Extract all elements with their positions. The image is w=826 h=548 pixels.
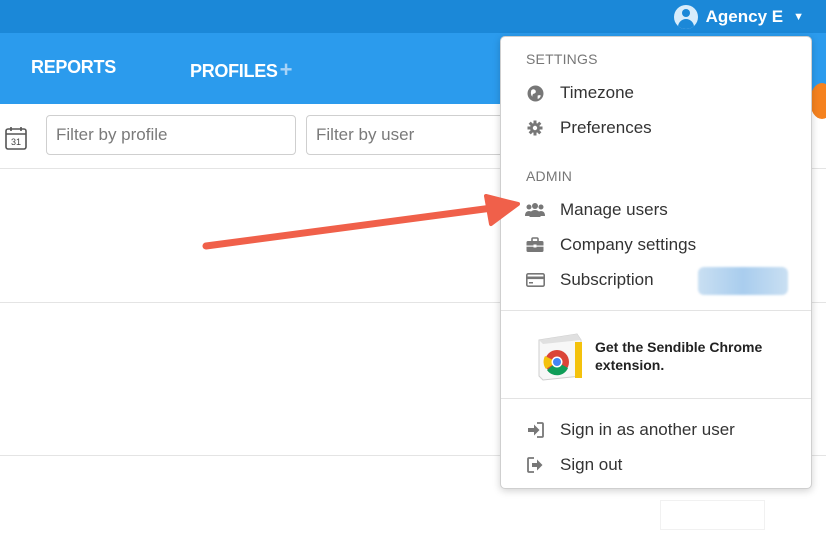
add-profile-icon[interactable]: + [280,57,293,82]
globe-icon [525,83,545,103]
sign-out-icon [525,455,545,475]
chrome-extension-promo-text: Get the Sendible Chrome extension. [595,339,763,373]
menu-item-sign-out[interactable]: Sign out [525,452,622,478]
content-button[interactable] [660,500,765,530]
sign-out-label: Sign out [560,455,623,474]
chrome-web-store-icon [538,333,582,381]
timezone-label: Timezone [560,83,635,102]
nav-profiles-label: PROFILES [190,61,278,81]
caret-down-icon: ▼ [793,11,804,23]
menu-item-sign-in-another-user[interactable]: Sign in as another user [525,417,735,443]
chrome-extension-promo[interactable]: Get the Sendible Chrome extension. [537,332,780,382]
subscription-status-badge [698,267,788,295]
user-filter-input[interactable] [306,115,516,155]
menu-separator [501,398,811,399]
sign-in-icon [525,420,545,440]
sign-in-another-user-label: Sign in as another user [560,420,735,439]
admin-heading: ADMIN [526,168,573,184]
settings-heading: SETTINGS [526,51,598,67]
menu-item-subscription[interactable]: Subscription [525,267,654,293]
credit-card-icon [525,270,545,290]
account-dropdown-menu: SETTINGS Timezone Preferences ADMIN Mana… [500,36,812,489]
menu-item-manage-users[interactable]: Manage users [525,197,668,223]
account-menu-toggle[interactable]: Agency E ▼ [673,4,804,30]
user-avatar-icon [673,5,698,29]
manage-users-label: Manage users [560,200,668,219]
profile-filter-input[interactable] [46,115,296,155]
menu-item-preferences[interactable]: Preferences [525,115,652,141]
account-name: Agency E [705,7,784,26]
nav-profiles[interactable]: PROFILES+ [190,57,292,83]
users-icon [525,200,545,220]
menu-separator [501,310,811,311]
preferences-label: Preferences [560,118,652,137]
top-bar: Agency E ▼ [0,0,826,33]
briefcase-icon [525,235,545,255]
gear-icon [525,118,545,138]
subscription-label: Subscription [560,270,654,289]
menu-item-company-settings[interactable]: Company settings [525,232,696,258]
calendar-icon[interactable]: 31 [5,126,27,150]
menu-item-timezone[interactable]: Timezone [525,80,634,106]
nav-reports[interactable]: REPORTS [31,57,116,78]
company-settings-label: Company settings [560,235,697,254]
calendar-day: 31 [11,137,21,147]
